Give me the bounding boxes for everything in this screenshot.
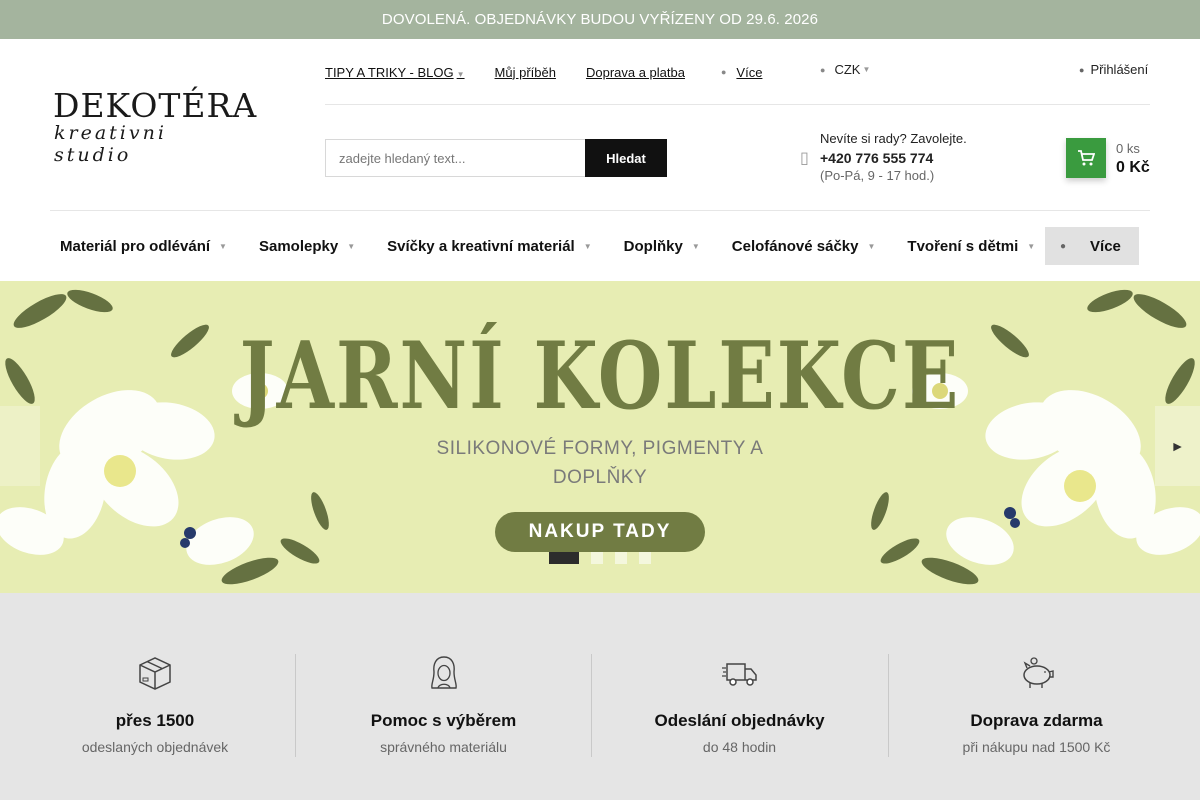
slider-dot[interactable] bbox=[615, 552, 627, 564]
currency-value: CZK bbox=[834, 62, 861, 77]
logo-main-text: DEKOTÉRA bbox=[53, 86, 258, 125]
top-more-label[interactable]: Více bbox=[736, 65, 762, 80]
feature-item: přes 1500 odeslaných objednávek bbox=[7, 654, 303, 757]
hero-banner[interactable]: JARNÍ KOLEKCE SILIKONOVÉ FORMY, PIGMENTY… bbox=[0, 281, 1200, 593]
login-link[interactable]: ● Přihlášení bbox=[1079, 62, 1148, 77]
phone-icon: ▯ bbox=[800, 150, 809, 167]
nav-item-label: Materiál pro odlévání bbox=[60, 237, 211, 255]
chevron-down-icon: ▼ bbox=[1027, 241, 1036, 251]
box-icon bbox=[139, 657, 171, 690]
announcement-bar: DOVOLENÁ. OBJEDNÁVKY BUDOU VYŘÍZENY OD 2… bbox=[0, 0, 1200, 39]
currency-selector[interactable]: ● CZK ▼ bbox=[820, 62, 870, 77]
banner-title: JARNÍ KOLEKCE bbox=[239, 323, 961, 431]
cart-icon bbox=[1078, 150, 1095, 166]
top-link-blog[interactable]: TIPY A TRIKY - BLOG ▼ bbox=[325, 65, 465, 80]
nav-item-candles[interactable]: Svíčky a kreativní materiál ▼ bbox=[377, 226, 602, 266]
user-icon: ● bbox=[1079, 64, 1085, 75]
slider-dots bbox=[549, 552, 651, 564]
menu-dots-icon: ● bbox=[720, 67, 727, 77]
features-section: přes 1500 odeslaných objednávek Pomoc s … bbox=[0, 593, 1200, 800]
cart-count: 0 ks bbox=[1116, 141, 1140, 156]
contact-info: ▯ Nevíte si rady? Zavolejte. +420 776 55… bbox=[800, 130, 967, 186]
logo-sub-text: kreativni studio bbox=[54, 122, 167, 166]
chevron-down-icon: ▼ bbox=[862, 65, 871, 74]
feature-title: přes 1500 bbox=[115, 711, 195, 730]
top-more-menu[interactable]: ● Více bbox=[721, 65, 762, 80]
search-button[interactable]: Hledat bbox=[585, 139, 667, 177]
login-label: Přihlášení bbox=[1090, 62, 1149, 77]
cart-total: 0 Kč bbox=[1116, 159, 1150, 176]
announcement-text: DOVOLENÁ. OBJEDNÁVKY BUDOU VYŘÍZENY OD 2… bbox=[381, 11, 819, 28]
chevron-down-icon: ▼ bbox=[867, 241, 876, 251]
feature-title: Doprava zdarma bbox=[970, 711, 1103, 730]
feature-subtitle: odeslaných objednávek bbox=[81, 739, 229, 755]
top-link-blog-label: TIPY A TRIKY - BLOG bbox=[325, 64, 454, 80]
slider-dot[interactable] bbox=[591, 552, 603, 564]
nav-more-button[interactable]: ● Více bbox=[1045, 227, 1139, 265]
top-link-shipping[interactable]: Doprava a platba bbox=[586, 65, 685, 80]
menu-icon: ● bbox=[1060, 240, 1067, 252]
nav-more-label: Více bbox=[1090, 237, 1121, 255]
nav-item-stickers[interactable]: Samolepky ▼ bbox=[249, 226, 365, 266]
nav-item-label: Tvoření s dětmi bbox=[907, 237, 1019, 255]
slider-dot[interactable] bbox=[549, 552, 579, 564]
banner-subtitle: SILIKONOVÉ FORMY, PIGMENTY A DOPLŇKY bbox=[436, 438, 764, 488]
nav-item-bags[interactable]: Celofánové sáčky ▼ bbox=[722, 226, 886, 266]
top-link-story[interactable]: Můj příběh bbox=[495, 65, 556, 80]
contact-hours: (Po-Pá, 9 - 17 hod.) bbox=[820, 168, 935, 183]
piggy-bank-icon bbox=[1022, 657, 1054, 688]
cart-summary[interactable]: 0 ks 0 Kč bbox=[1116, 139, 1150, 177]
search-input[interactable] bbox=[325, 139, 585, 177]
woman-icon bbox=[430, 656, 457, 689]
feature-title: Pomoc s výběrem bbox=[370, 711, 517, 730]
nav-item-casting[interactable]: Materiál pro odlévání ▼ bbox=[50, 226, 237, 266]
chevron-down-icon: ▼ bbox=[691, 241, 700, 251]
nav-item-kids[interactable]: Tvoření s dětmi ▼ bbox=[897, 226, 1045, 266]
cart-button[interactable] bbox=[1066, 138, 1106, 178]
nav-item-accessories[interactable]: Doplňky ▼ bbox=[614, 226, 710, 266]
contact-phone[interactable]: +420 776 555 774 bbox=[820, 149, 967, 168]
feature-subtitle: do 48 hodin bbox=[702, 739, 777, 755]
top-links: TIPY A TRIKY - BLOG ▼ Můj příběh Doprava … bbox=[325, 62, 762, 82]
logo[interactable]: DEKOTÉRA kreativni studio bbox=[53, 86, 258, 167]
feature-item: Doprava zdarma při nákupu nad 1500 Kč bbox=[888, 654, 1184, 757]
main-nav: Materiál pro odlévání ▼ Samolepky ▼ Svíčky… bbox=[50, 226, 1057, 266]
chevron-down-icon: ▼ bbox=[219, 241, 227, 251]
banner-cta-button[interactable]: NAKUP TADY bbox=[495, 512, 705, 552]
chevron-down-icon: ▼ bbox=[583, 241, 592, 251]
feature-subtitle: správného materiálu bbox=[380, 739, 507, 755]
chevron-right-icon: ► bbox=[1170, 438, 1185, 454]
contact-prompt: Nevíte si rady? Zavolejte. bbox=[820, 131, 967, 146]
nav-item-label: Celofánové sáčky bbox=[731, 237, 859, 255]
truck-icon bbox=[721, 663, 757, 686]
nav-item-label: Samolepky bbox=[258, 237, 339, 255]
nav-item-label: Svíčky a kreativní materiál bbox=[387, 237, 575, 255]
feature-title: Odeslání objednávky bbox=[654, 711, 825, 730]
header-divider bbox=[325, 104, 1150, 105]
chevron-down-icon: ▼ bbox=[456, 69, 465, 79]
currency-icon: ● bbox=[820, 64, 826, 75]
feature-item: Pomoc s výběrem správného materiálu bbox=[295, 654, 591, 757]
feature-subtitle: při nákupu nad 1500 Kč bbox=[962, 739, 1111, 755]
slider-dot[interactable] bbox=[639, 552, 651, 564]
slider-prev-button[interactable] bbox=[0, 406, 40, 486]
feature-item: Odeslání objednávky do 48 hodin bbox=[591, 654, 887, 757]
nav-divider bbox=[50, 210, 1150, 211]
chevron-down-icon: ▼ bbox=[347, 241, 356, 251]
slider-next-button[interactable]: ► bbox=[1155, 406, 1200, 486]
nav-item-label: Doplňky bbox=[623, 237, 683, 255]
